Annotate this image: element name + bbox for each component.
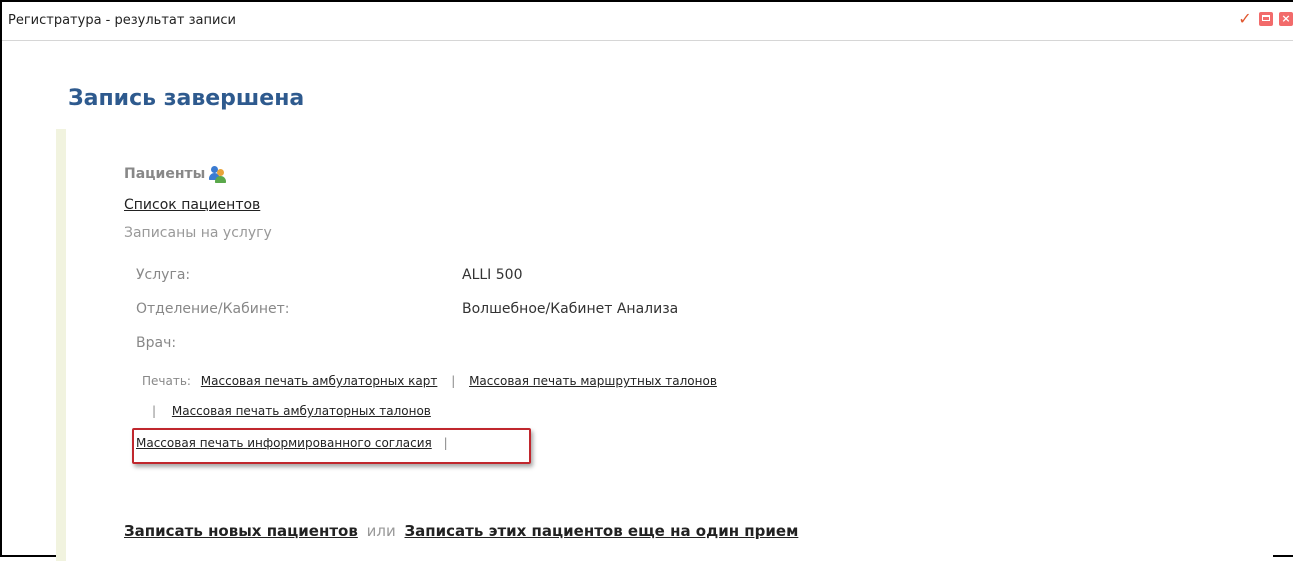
separator: | bbox=[451, 374, 456, 388]
service-value: ALLI 500 bbox=[462, 267, 523, 283]
department-value: Волшебное/Кабинет Анализа bbox=[462, 301, 679, 317]
print-ambulatory-cards-link[interactable]: Массовая печать амбулаторных карт bbox=[201, 374, 438, 388]
patients-subtitle: Записаны на услугу bbox=[124, 225, 272, 241]
service-row: Услуга: bbox=[136, 267, 190, 283]
department-row: Отделение/Кабинет: bbox=[136, 301, 290, 317]
users-icon[interactable] bbox=[209, 165, 227, 183]
or-text: или bbox=[366, 522, 396, 540]
doctor-label: Врач: bbox=[136, 335, 177, 351]
print-label: Печать: bbox=[142, 374, 191, 388]
patients-title: Пациенты bbox=[124, 166, 206, 182]
close-icon[interactable]: × bbox=[1279, 12, 1293, 26]
record-again-link[interactable]: Записать этих пациентов еще на один прие… bbox=[405, 522, 799, 540]
highlight-box bbox=[132, 428, 531, 464]
patient-list-link[interactable]: Список пациентов bbox=[124, 197, 260, 213]
check-icon[interactable]: ✓ bbox=[1237, 11, 1253, 27]
window-controls: ✓ × bbox=[1237, 11, 1293, 27]
department-label: Отделение/Кабинет: bbox=[136, 301, 290, 317]
title-bar: Регистратура - результат записи ✓ × bbox=[2, 2, 1293, 41]
print-ambulatory-tickets-link[interactable]: Массовая печать амбулаторных талонов bbox=[172, 404, 431, 418]
print-route-tickets-link[interactable]: Массовая печать маршрутных талонов bbox=[469, 374, 717, 388]
actions-line: Записать новых пациентов или Записать эт… bbox=[124, 522, 798, 540]
separator: | bbox=[152, 404, 157, 418]
record-new-patients-link[interactable]: Записать новых пациентов bbox=[124, 522, 358, 540]
print-line-2: | Массовая печать амбулаторных талонов bbox=[152, 404, 431, 418]
doctor-row: Врач: bbox=[136, 335, 176, 351]
minimize-icon[interactable] bbox=[1259, 12, 1273, 26]
window-title: Регистратура - результат записи bbox=[8, 13, 236, 28]
print-line-1: Печать: Массовая печать амбулаторных кар… bbox=[142, 374, 717, 388]
dialog-window: Регистратура - результат записи ✓ × Запи… bbox=[0, 0, 1293, 561]
result-panel: Пациенты Список пациентов Записаны на ус… bbox=[56, 129, 1273, 561]
page-title: Запись завершена bbox=[68, 86, 305, 111]
service-label: Услуга: bbox=[136, 267, 191, 283]
patients-header: Пациенты bbox=[124, 165, 227, 183]
